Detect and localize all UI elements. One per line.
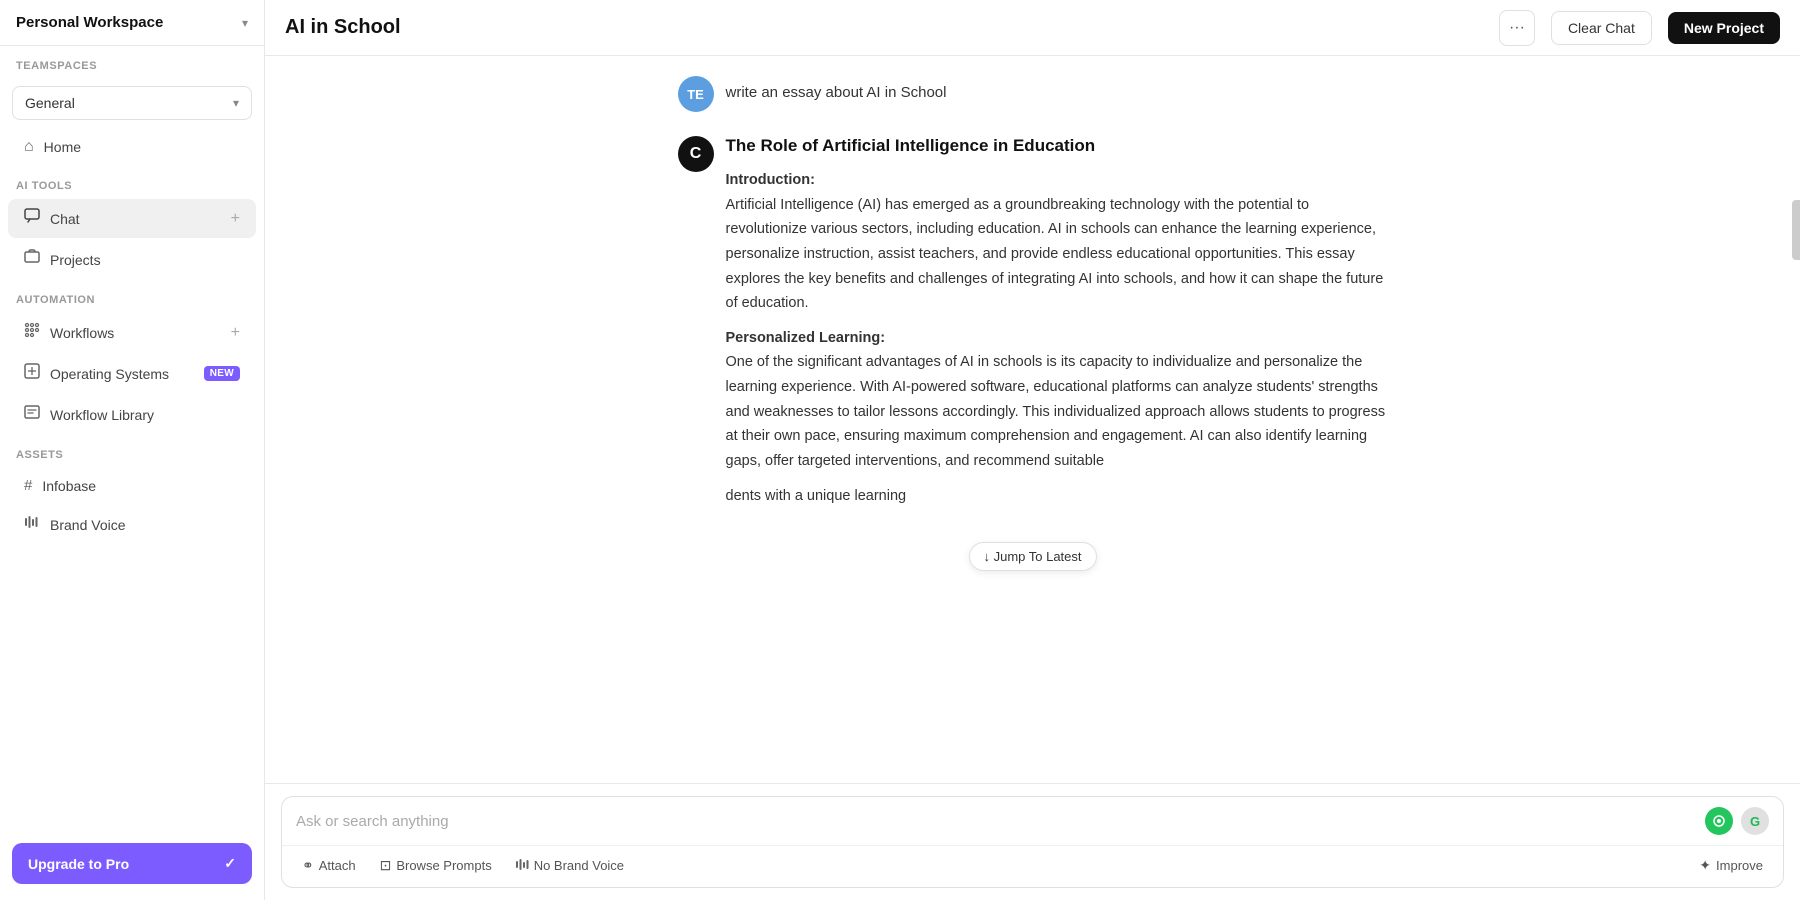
- general-dropdown[interactable]: General ▾: [12, 86, 252, 120]
- improve-icon: ✦: [1699, 857, 1711, 874]
- workspace-title: Personal Workspace: [16, 14, 234, 31]
- user-message: TE write an essay about AI in School: [658, 76, 1408, 112]
- teamspaces-label: Teamspaces: [0, 46, 264, 78]
- attach-button[interactable]: ⚭ Attach: [292, 852, 366, 879]
- sidebar-item-brand-voice[interactable]: Brand Voice: [8, 505, 256, 544]
- workflows-add-icon[interactable]: +: [231, 324, 240, 342]
- projects-label: Projects: [50, 252, 240, 268]
- intro-header: Introduction:: [726, 172, 815, 188]
- ai-message-body: Introduction: Artificial Intelligence (A…: [726, 168, 1388, 508]
- more-options-button[interactable]: ···: [1499, 10, 1535, 46]
- sidebar: Personal Workspace ▾ Teamspaces General …: [0, 0, 265, 900]
- operating-systems-label: Operating Systems: [50, 366, 194, 382]
- ai-avatar: C: [678, 136, 714, 172]
- resize-handle[interactable]: [1792, 200, 1800, 260]
- sidebar-item-workflow-library[interactable]: Workflow Library: [8, 395, 256, 434]
- attach-label: Attach: [319, 858, 356, 873]
- ai-message: C The Role of Artificial Intelligence in…: [658, 136, 1408, 518]
- user-avatar: TE: [678, 76, 714, 112]
- sidebar-item-home[interactable]: ⌂ Home: [8, 129, 256, 165]
- brand-voice-label: Brand Voice: [50, 517, 240, 533]
- sidebar-item-chat[interactable]: Chat +: [8, 199, 256, 238]
- infobase-label: Infobase: [42, 478, 240, 494]
- intro-body: Artificial Intelligence (AI) has emerged…: [726, 197, 1384, 312]
- new-project-button[interactable]: New Project: [1668, 12, 1780, 44]
- personalized-body: One of the significant advantages of AI …: [726, 354, 1386, 469]
- page-title: AI in School: [285, 16, 1483, 39]
- improve-button[interactable]: ✦ Improve: [1689, 852, 1773, 879]
- sidebar-item-operating-systems[interactable]: Operating Systems NEW: [8, 354, 256, 393]
- chat-add-icon[interactable]: +: [231, 210, 240, 228]
- input-toolbar: ⚭ Attach ⊡ Browse Prompts No Brand Voice…: [282, 845, 1783, 887]
- infobase-icon: #: [24, 477, 32, 494]
- upgrade-check-icon: ✓: [224, 855, 236, 872]
- clear-chat-button[interactable]: Clear Chat: [1551, 11, 1652, 45]
- workflow-library-icon: [24, 404, 40, 425]
- user-message-text: write an essay about AI in School: [726, 76, 947, 101]
- new-badge: NEW: [204, 366, 240, 381]
- send-button[interactable]: [1705, 807, 1733, 835]
- user-message-row: TE write an essay about AI in School: [678, 76, 1388, 112]
- upgrade-label: Upgrade to Pro: [28, 856, 129, 872]
- workflows-icon: [24, 322, 40, 343]
- sidebar-item-projects[interactable]: Projects: [8, 240, 256, 279]
- browse-prompts-label: Browse Prompts: [396, 858, 491, 873]
- workspace-selector[interactable]: Personal Workspace ▾: [0, 0, 264, 46]
- improve-label: Improve: [1716, 858, 1763, 873]
- projects-icon: [24, 249, 40, 270]
- sidebar-item-workflows[interactable]: Workflows +: [8, 313, 256, 352]
- grammarly-icon[interactable]: G: [1741, 807, 1769, 835]
- jump-to-latest[interactable]: ↓ Jump To Latest: [968, 542, 1096, 571]
- chat-input[interactable]: [296, 813, 1695, 830]
- input-icons: G: [1705, 807, 1769, 835]
- general-label: General: [25, 95, 75, 111]
- operating-systems-icon: [24, 363, 40, 384]
- attach-icon: ⚭: [302, 857, 314, 874]
- input-area: G ⚭ Attach ⊡ Browse Prompts No Brand Voi…: [265, 783, 1800, 900]
- workspace-chevron-icon: ▾: [242, 16, 248, 30]
- brand-voice-button[interactable]: No Brand Voice: [506, 853, 634, 879]
- ai-message-title: The Role of Artificial Intelligence in E…: [726, 136, 1388, 156]
- workflows-label: Workflows: [50, 325, 221, 341]
- input-box: G ⚭ Attach ⊡ Browse Prompts No Brand Voi…: [281, 796, 1784, 888]
- browse-prompts-icon: ⊡: [380, 857, 392, 874]
- ai-message-row: C The Role of Artificial Intelligence in…: [678, 136, 1388, 518]
- sidebar-item-infobase[interactable]: # Infobase: [8, 468, 256, 503]
- input-field-row: G: [282, 797, 1783, 845]
- brand-voice-bars-icon: [516, 858, 529, 874]
- home-label: Home: [44, 139, 240, 155]
- ai-message-content: The Role of Artificial Intelligence in E…: [726, 136, 1388, 518]
- topbar: AI in School ··· Clear Chat New Project: [265, 0, 1800, 56]
- workflow-library-label: Workflow Library: [50, 407, 240, 423]
- automation-label: Automation: [0, 280, 264, 312]
- ai-tools-label: AI Tools: [0, 166, 264, 198]
- chat-area[interactable]: TE write an essay about AI in School C T…: [265, 56, 1800, 783]
- brand-voice-icon: [24, 514, 40, 535]
- jump-label: ↓ Jump To Latest: [983, 549, 1081, 564]
- main-area: AI in School ··· Clear Chat New Project …: [265, 0, 1800, 900]
- personalized-header: Personalized Learning:: [726, 330, 886, 346]
- more-icon: ···: [1509, 19, 1525, 37]
- assets-label: Assets: [0, 435, 264, 467]
- chat-icon: [24, 208, 40, 229]
- brand-voice-label: No Brand Voice: [534, 858, 624, 873]
- general-chevron-icon: ▾: [233, 96, 239, 110]
- personalized-body2: dents with a unique learning: [726, 488, 907, 504]
- home-icon: ⌂: [24, 138, 34, 156]
- browse-prompts-button[interactable]: ⊡ Browse Prompts: [370, 852, 502, 879]
- upgrade-button[interactable]: Upgrade to Pro ✓: [12, 843, 252, 884]
- chat-label: Chat: [50, 211, 221, 227]
